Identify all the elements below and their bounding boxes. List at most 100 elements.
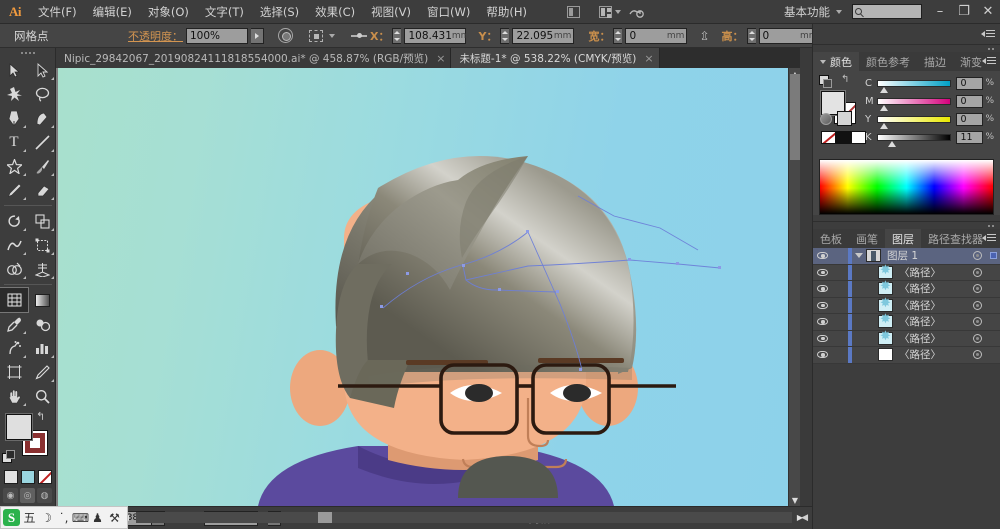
height-stepper[interactable] [746,27,756,44]
white-color-button[interactable] [851,131,866,144]
width-input[interactable]: 0 mm [625,27,688,44]
slider-y[interactable]: Y 0 % [865,111,994,129]
draw-normal-button[interactable]: ◉ [3,488,18,503]
artwork-illustration[interactable] [58,68,796,506]
free-transform-tool[interactable] [28,233,56,257]
ime-punctuation-icon[interactable]: ˙, [56,509,71,526]
hand-tool[interactable] [0,384,28,408]
menu-select[interactable]: 选择(S) [252,0,307,24]
slider-c-value[interactable]: 0 [956,76,984,90]
shape-builder-tool[interactable] [0,257,28,281]
slider-k[interactable]: K 11 % [865,129,994,147]
workspace-chevron-down-icon[interactable] [836,9,842,14]
vertical-scroll-thumb[interactable] [790,74,800,160]
curvature-tool[interactable] [28,106,56,130]
width-stepper[interactable] [613,27,623,44]
default-fill-stroke-icon[interactable] [2,450,15,463]
eyedropper-tool[interactable] [0,312,28,336]
layer-5-visibility-icon[interactable] [813,334,832,342]
align-reference-icon[interactable] [309,29,323,42]
ime-settings-icon[interactable]: ⚒ [107,509,122,526]
current-color-preview[interactable] [837,111,852,126]
tab-swatches[interactable]: 色板 [813,229,849,248]
layer-row-3[interactable]: 〈路径〉 [813,297,1000,314]
artboard-tool[interactable] [0,360,28,384]
layer-4-label[interactable]: 〈路径〉 [899,314,968,329]
layer-2-label[interactable]: 〈路径〉 [899,281,968,296]
tab-layers[interactable]: 图层 [885,229,921,248]
x-input[interactable]: 108.431 mm [404,27,469,44]
menu-file[interactable]: 文件(F) [30,0,85,24]
perspective-grid-tool[interactable] [28,257,56,281]
slider-k-track[interactable] [877,133,952,147]
menu-edit[interactable]: 编辑(E) [85,0,140,24]
canvas-horizontal-scrollbar[interactable]: ◀ ▶ [118,512,808,523]
opacity-input[interactable]: 100% [186,27,248,44]
rotate-tool[interactable] [0,209,28,233]
document-tab-2[interactable]: 未标题-1* @ 538.22% (CMYK/预览) × [451,48,660,68]
layer-1-visibility-icon[interactable] [813,268,832,276]
color-swap-icon[interactable]: ↰ [841,74,849,85]
opacity-label[interactable]: 不透明度： [128,28,183,44]
close-button[interactable]: ✕ [976,0,1000,24]
ime-moon-icon[interactable]: ☽ [39,509,54,526]
layer-row-6[interactable]: 〈路径〉 [813,347,1000,364]
menu-window[interactable]: 窗口(W) [419,0,478,24]
workspace-switcher-icon[interactable] [597,0,623,24]
draw-inside-button[interactable]: ◍ [37,488,52,503]
scroll-right-icon[interactable]: ▶ [794,512,806,523]
artboard[interactable] [58,68,796,506]
mesh-tool[interactable] [0,287,29,313]
tab-color-guide[interactable]: 颜色参考 [859,52,917,71]
layer-0-expand-icon[interactable] [852,253,866,259]
stock-bridge-icon[interactable] [623,0,649,24]
layers-panel-menu-icon[interactable] [982,233,996,243]
color-panel-grip[interactable] [813,45,1000,52]
line-segment-tool[interactable] [28,130,56,154]
color-spectrum-icon[interactable] [820,113,832,125]
width-tool[interactable] [0,233,28,257]
eraser-tool[interactable] [28,178,56,202]
fill-stroke-mini-icon[interactable] [819,75,832,88]
scale-tool[interactable] [28,209,56,233]
scroll-down-icon[interactable]: ▼ [789,494,800,506]
slider-y-value[interactable]: 0 [956,112,984,126]
color-panel-menu-icon[interactable] [982,56,996,66]
layers-panel-grip[interactable] [813,222,1000,229]
selection-tool[interactable] [0,58,28,82]
menu-help[interactable]: 帮助(H) [478,0,535,24]
layer-3-label[interactable]: 〈路径〉 [899,298,968,313]
layer-5-target-icon[interactable] [968,333,986,343]
layer-3-visibility-icon[interactable] [813,301,832,309]
slider-y-track[interactable] [877,115,952,129]
dock-menu-icon[interactable] [981,29,995,39]
tab-color[interactable]: 颜色 [813,52,859,71]
tab-brushes[interactable]: 画笔 [849,229,885,248]
layer-2-visibility-icon[interactable] [813,285,832,293]
black-color-button[interactable] [836,131,851,144]
align-chevron-down-icon[interactable] [329,33,335,38]
column-graph-tool[interactable] [28,336,56,360]
menu-object[interactable]: 对象(O) [140,0,197,24]
opacity-mask-icon[interactable] [278,28,293,43]
layer-6-target-icon[interactable] [968,350,986,360]
horizontal-scroll-track[interactable] [136,512,792,523]
gradient-tool[interactable] [28,288,56,312]
layer-row-1[interactable]: 〈路径〉 [813,264,1000,281]
layer-0-selected-indicator[interactable] [986,252,1000,260]
layer-5-label[interactable]: 〈路径〉 [899,331,968,346]
type-tool[interactable]: T [0,130,28,154]
magic-wand-tool[interactable] [0,82,28,106]
tools-panel-grip[interactable] [0,48,55,58]
layer-1-target-icon[interactable] [968,267,986,277]
slice-tool[interactable] [28,360,56,384]
layer-4-visibility-icon[interactable] [813,318,832,326]
none-swatch-button[interactable] [37,470,52,484]
arrange-documents-icon[interactable] [561,0,587,24]
layer-0-label[interactable]: 图层 1 [887,248,968,263]
slider-m-value[interactable]: 0 [956,94,984,108]
tab-stroke[interactable]: 描边 [917,52,953,71]
canvas-vertical-scrollbar[interactable]: ▲ ▼ [788,68,800,506]
layer-6-label[interactable]: 〈路径〉 [899,347,968,362]
x-stepper[interactable] [392,27,402,44]
